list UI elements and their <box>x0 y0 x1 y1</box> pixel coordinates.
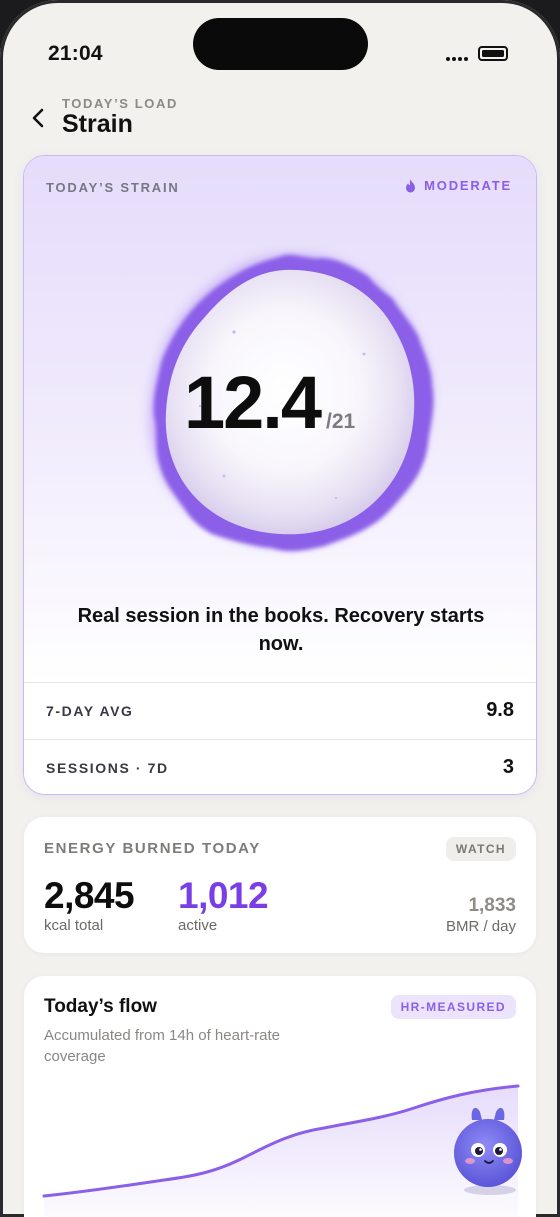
signal-icon <box>446 57 468 61</box>
status-time: 21:04 <box>48 42 103 65</box>
stat-value: 9.8 <box>486 699 514 721</box>
kcal-total-value: 2,845 <box>44 875 135 916</box>
page-title: Strain <box>62 110 133 138</box>
stat-row-7day-avg: 7-DAY AVG 9.8 <box>24 682 536 739</box>
hr-measured-badge: HR-MEASURED <box>390 995 516 1019</box>
battery-icon <box>478 46 508 61</box>
strain-card-label: TODAY’S STRAIN <box>46 180 180 195</box>
strain-card[interactable]: TODAY’S STRAIN MODERATE 12.4 /21 Real se… <box>23 155 537 795</box>
strain-tagline: Real session in the books. Recovery star… <box>77 605 485 655</box>
flow-subtitle: Accumulated from 14h of heart-rate cover… <box>44 1027 280 1065</box>
flow-area <box>44 1086 518 1217</box>
back-button[interactable] <box>26 104 50 132</box>
strain-level-badge: MODERATE <box>405 178 512 193</box>
bmr-label: BMR / day <box>445 918 516 935</box>
flow-title: Today’s flow <box>44 996 157 1017</box>
flame-icon <box>406 179 416 192</box>
mascot-assistant-button[interactable] <box>448 1098 528 1198</box>
bmr-value: 1,833 <box>468 895 516 916</box>
chevron-left-icon <box>32 108 44 128</box>
phone-screen: 21:04 TODAY’S LOAD Strain TODAY’S STRAIN… <box>0 0 560 1217</box>
strain-score-max: /21 <box>326 410 356 433</box>
stat-value: 3 <box>502 756 514 778</box>
kcal-total-label: kcal total <box>44 917 104 934</box>
stat-label: SESSIONS · 7D <box>46 760 169 776</box>
energy-card-title: ENERGY BURNED TODAY <box>44 840 261 857</box>
energy-card[interactable]: ENERGY BURNED TODAY WATCH 2,845 kcal tot… <box>24 817 536 953</box>
stat-row-sessions: SESSIONS · 7D 3 <box>24 739 536 794</box>
strain-score: 12.4 /21 <box>184 360 355 445</box>
dynamic-island <box>193 18 368 70</box>
strain-score-value: 12.4 <box>184 361 322 444</box>
source-badge: WATCH <box>445 837 516 861</box>
mascot-icon <box>454 1107 522 1195</box>
header-kicker: TODAY’S LOAD <box>62 96 178 111</box>
strain-level-label: MODERATE <box>424 178 512 193</box>
kcal-active-label: active <box>178 917 218 934</box>
stat-label: 7-DAY AVG <box>46 703 134 719</box>
kcal-active-value: 1,012 <box>178 875 269 916</box>
strain-hero: TODAY’S STRAIN MODERATE 12.4 /21 Real se… <box>24 156 536 682</box>
